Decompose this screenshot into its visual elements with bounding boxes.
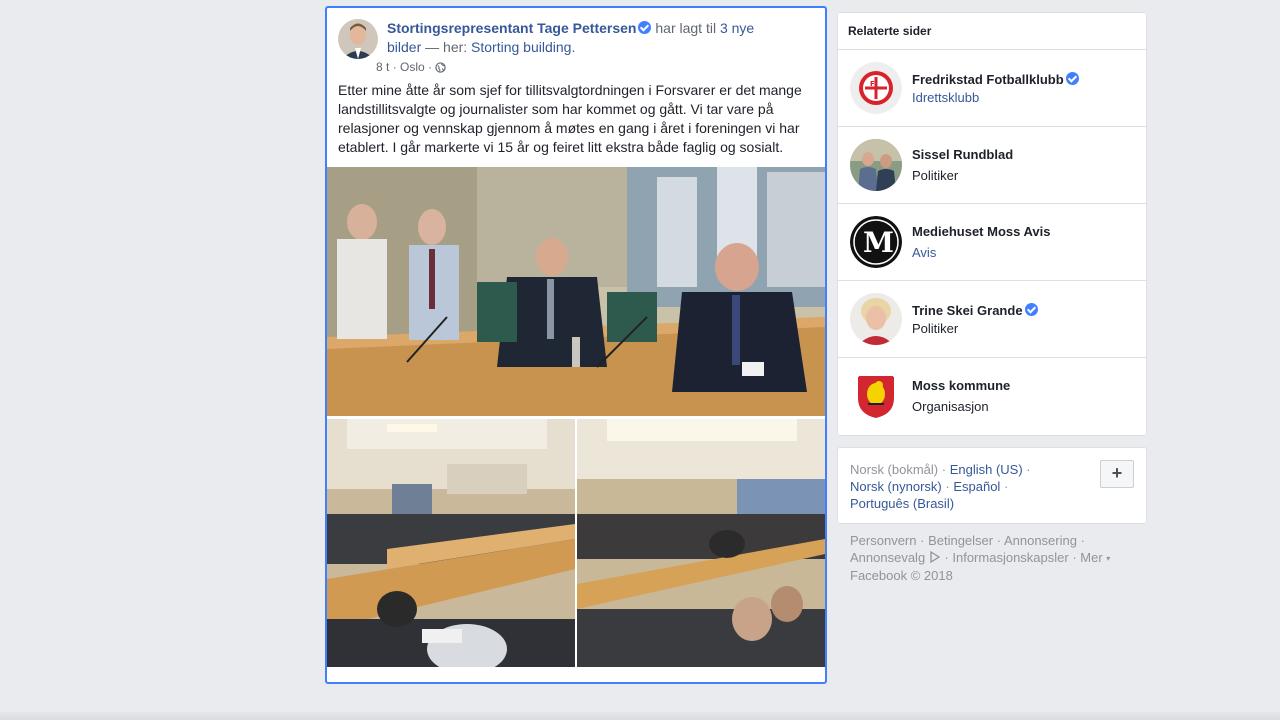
location-link[interactable]: Oslo [400,60,425,74]
related-item-moss-kommune[interactable]: Moss kommune Organisasjon [838,357,1146,435]
related-item-name[interactable]: Mediehuset Moss Avis [912,224,1050,239]
language-link-nynorsk[interactable]: Norsk (nynorsk) [850,479,942,494]
language-link-english[interactable]: English (US) [950,462,1023,477]
svg-text:M: M [863,226,894,259]
footer: Personvern · Betingelser · Annonsering ·… [850,533,1111,583]
action-prefix: har lagt til [655,20,717,36]
sissel-rundblad-avatar[interactable] [850,139,902,191]
footer-link-annonsering[interactable]: Annonsering [1004,533,1077,548]
verified-badge-icon [638,21,652,34]
globe-icon[interactable] [435,61,447,73]
bottom-edge [0,712,1280,720]
related-pages-title: Relaterte sider [848,24,932,38]
author-avatar[interactable] [338,19,378,59]
related-item-name[interactable]: Fredrikstad Fotballklubb [912,72,1079,87]
related-item-category: Organisasjon [912,399,989,414]
related-item-category-link[interactable]: Idrettsklubb [912,90,979,105]
related-item-category-link[interactable]: Avis [912,245,936,260]
moss-avis-logo-icon[interactable]: M [850,216,902,268]
related-item-fredrikstad[interactable]: F Fredrikstad Fotballklubb Idrettsklubb [838,49,1146,127]
verified-badge-icon [1024,303,1038,316]
moss-kommune-crest-icon[interactable] [850,370,902,422]
post-photo-main[interactable] [327,167,825,416]
footer-link-mer[interactable]: Mer [1080,550,1102,565]
adchoices-icon[interactable] [929,550,945,565]
fredrikstad-name[interactable]: Fredrikstad Fotballklubb [912,72,1064,87]
footer-link-personvern[interactable]: Personvern [850,533,916,548]
related-item-moss-avis[interactable]: M Mediehuset Moss Avis Avis [838,203,1146,281]
related-item-name[interactable]: Trine Skei Grande [912,303,1038,318]
related-item-name[interactable]: Moss kommune [912,378,1010,393]
fredrikstad-logo-icon[interactable]: F [850,62,902,114]
trine-skei-grande-avatar[interactable] [850,293,902,345]
footer-link-informasjonskapsler[interactable]: Informasjonskapsler [952,550,1068,565]
post-photo-right[interactable] [577,419,825,667]
footer-link-annonsevalg[interactable]: Annonsevalg [850,550,925,565]
place-link[interactable]: Storting building. [471,39,575,55]
new-photos-word: bilder [387,39,422,55]
svg-text:F: F [870,80,875,88]
verified-badge-icon [1065,72,1079,85]
footer-link-betingelser[interactable]: Betingelser [928,533,993,548]
copyright: Facebook © 2018 [850,568,953,583]
related-item-name[interactable]: Sissel Rundblad [912,147,1013,162]
language-list: Norsk (bokmål) · English (US) · Norsk (n… [850,462,1031,511]
current-language: Norsk (bokmål) [850,462,939,477]
language-panel: Norsk (bokmål) · English (US) · Norsk (n… [837,447,1147,524]
related-item-category: Politiker [912,321,959,336]
add-language-button[interactable]: + [1100,460,1134,488]
related-item-category: Politiker [912,168,959,183]
post-meta: 8 t · Oslo · [376,59,447,75]
new-photos-count: 3 nye [719,20,755,36]
post-time-link[interactable]: 8 t [376,60,389,74]
related-item-trine-skei-grande[interactable]: Trine Skei Grande Politiker [838,280,1146,358]
related-pages-panel: Relaterte sider F Fredrikstad Fotballklu… [837,12,1147,436]
post-header-text: Stortingsrepresentant Tage Pettersen har… [387,19,787,57]
post-photo-left[interactable] [327,419,575,667]
post-card: Stortingsrepresentant Tage Pettersen har… [325,6,827,684]
chevron-down-icon[interactable]: ▾ [1106,554,1110,563]
language-link-portugues[interactable]: Português (Brasil) [850,496,954,511]
author-name-link[interactable]: Stortingsrepresentant Tage Pettersen [387,20,636,36]
trine-name[interactable]: Trine Skei Grande [912,303,1023,318]
place-prefix: — her: [425,39,468,55]
related-item-sissel-rundblad[interactable]: Sissel Rundblad Politiker [838,126,1146,204]
language-link-espanol[interactable]: Español [953,479,1000,494]
post-body-text: Etter mine åtte år som sjef for tillitsv… [338,82,802,155]
